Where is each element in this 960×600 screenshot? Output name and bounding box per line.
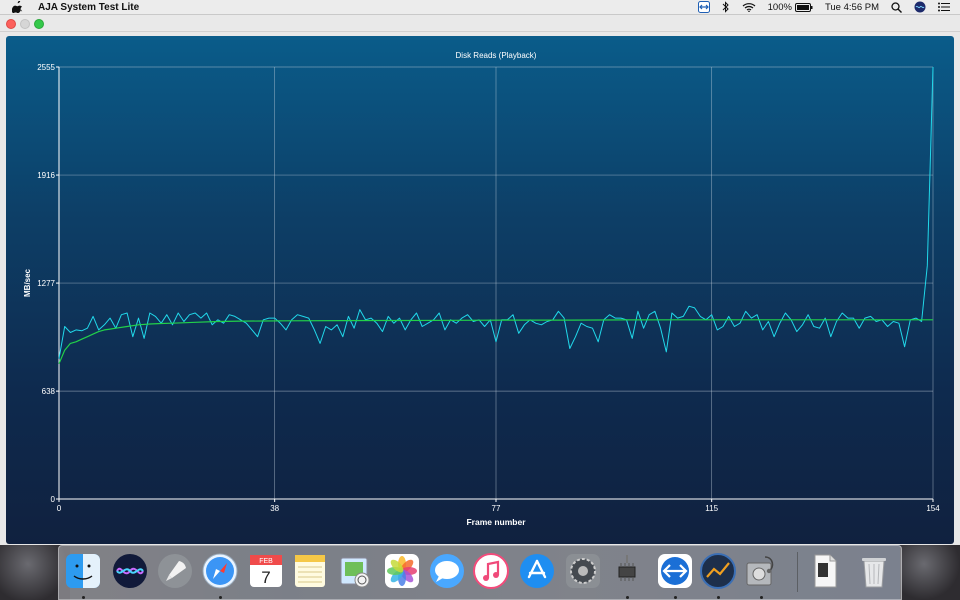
- aja-system-test-icon: [700, 553, 736, 589]
- teamviewer-icon: [657, 553, 693, 589]
- battery-percent[interactable]: 100%: [768, 2, 813, 13]
- y-tick-label: 0: [51, 495, 56, 504]
- trash-icon: [856, 553, 892, 589]
- battery-percent-text: 100%: [767, 1, 792, 13]
- window-zoom-button[interactable]: [34, 19, 44, 29]
- document-icon: [807, 553, 843, 589]
- dock-running-indicator: [674, 596, 677, 599]
- dock-app-messages[interactable]: [428, 552, 466, 590]
- y-tick-label: 1277: [37, 279, 55, 288]
- dock-app-document[interactable]: [806, 552, 844, 590]
- finder-icon: [65, 553, 101, 589]
- dock-app-trash[interactable]: [855, 552, 893, 590]
- dock: FEB 7: [58, 545, 902, 600]
- apple-menu-icon[interactable]: [11, 0, 26, 14]
- window-minimize-button[interactable]: [20, 19, 30, 29]
- y-tick-label: 1916: [37, 171, 55, 180]
- dock-app-safari[interactable]: [201, 552, 239, 590]
- dock-app-launchpad[interactable]: [156, 552, 194, 590]
- x-tick-label: 77: [492, 504, 501, 513]
- dock-app-notes[interactable]: [291, 552, 329, 590]
- spotlight-search-icon[interactable]: [891, 1, 902, 13]
- dock-running-indicator: [82, 596, 85, 599]
- dock-app-siri[interactable]: [111, 552, 149, 590]
- x-tick-label: 0: [57, 504, 62, 513]
- dock-running-indicator: [760, 596, 763, 599]
- preview-icon: [337, 553, 373, 589]
- x-tick-label: 38: [270, 504, 279, 513]
- app-name-menu[interactable]: AJA System Test Lite: [38, 2, 139, 13]
- notification-center-icon[interactable]: [938, 2, 950, 12]
- dock-app-aja-system-test-lite[interactable]: [699, 552, 737, 590]
- dock-app-disk-utility[interactable]: [742, 552, 780, 590]
- battery-icon: [794, 2, 813, 12]
- x-axis-label: Frame number: [466, 517, 526, 527]
- svg-text:7: 7: [261, 568, 270, 587]
- dock-running-indicator: [626, 596, 629, 599]
- safari-icon: [202, 553, 238, 589]
- launchpad-icon: [157, 553, 193, 589]
- calendar-icon: FEB 7: [248, 553, 284, 589]
- disk-reads-chart: Disk Reads (Playback) 0 38 77 115 154 0 638 1277…: [23, 51, 940, 527]
- siri-menu-icon[interactable]: [914, 1, 926, 13]
- window-close-button[interactable]: [6, 19, 16, 29]
- disk-utility-icon: [743, 553, 779, 589]
- dock-app-app-store[interactable]: [518, 552, 556, 590]
- svg-text:FEB: FEB: [259, 558, 273, 565]
- x-tick-label: 115: [705, 504, 718, 513]
- y-axis-label: MB/sec: [23, 268, 32, 297]
- wallpaper-rock-right: [900, 540, 960, 600]
- app-store-icon: [519, 553, 555, 589]
- system-information-icon: [609, 553, 645, 589]
- messages-icon: [429, 553, 465, 589]
- dock-separator: [797, 552, 798, 592]
- disk-reads-chart-panel: Disk Reads (Playback) 0 38 77 115 154 0 638 1277…: [6, 36, 954, 544]
- x-tick-label: 154: [926, 504, 940, 513]
- dock-app-itunes[interactable]: [472, 552, 510, 590]
- dock-app-preview[interactable]: [336, 552, 374, 590]
- dock-running-indicator: [717, 596, 720, 599]
- dock-app-calendar[interactable]: FEB 7: [247, 552, 285, 590]
- bluetooth-icon[interactable]: [722, 1, 730, 13]
- window-title-bar[interactable]: [0, 15, 960, 32]
- y-tick-label: 638: [42, 387, 56, 396]
- dock-app-system-information[interactable]: [608, 552, 646, 590]
- dock-app-photos[interactable]: [383, 552, 421, 590]
- status-menu-area: 100% Tue 4:56 PM: [697, 0, 950, 14]
- itunes-icon: [473, 553, 509, 589]
- dock-app-teamviewer[interactable]: [656, 552, 694, 590]
- dock-app-finder[interactable]: [64, 552, 102, 590]
- dock-running-indicator: [219, 596, 222, 599]
- system-preferences-icon: [565, 553, 601, 589]
- teamviewer-status-icon[interactable]: [697, 1, 710, 13]
- wifi-icon[interactable]: [742, 2, 756, 12]
- chart-title: Disk Reads (Playback): [456, 51, 537, 60]
- notes-icon: [292, 553, 328, 589]
- siri-icon: [112, 553, 148, 589]
- menu-bar: AJA System Test Lite 100% Tue 4:56 PM: [0, 0, 960, 15]
- y-tick-label: 2555: [37, 63, 55, 72]
- dock-app-system-preferences[interactable]: [564, 552, 602, 590]
- app-window: Disk Reads (Playback) 0 38 77 115 154 0 638 1277…: [0, 15, 960, 545]
- photos-icon: [384, 553, 420, 589]
- clock-text[interactable]: Tue 4:56 PM: [825, 2, 879, 13]
